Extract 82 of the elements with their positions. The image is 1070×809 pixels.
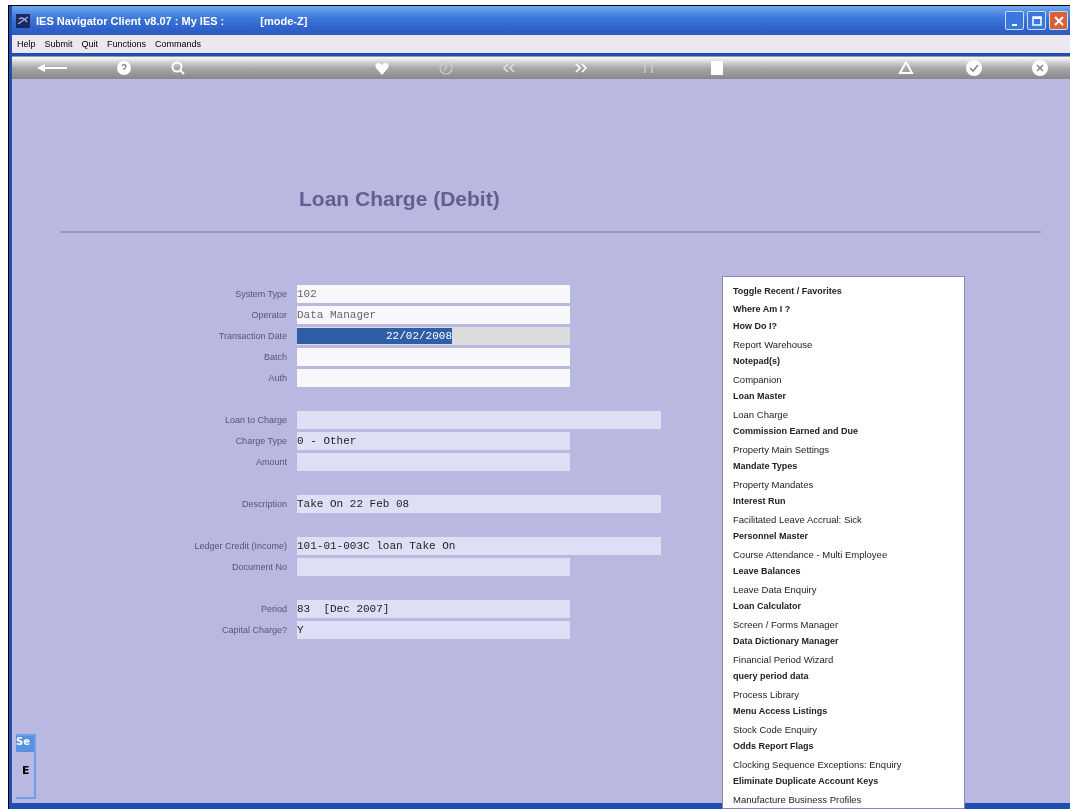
- side-panel-text: E: [22, 764, 31, 777]
- context-menu-item[interactable]: Process Library: [733, 685, 799, 703]
- field-label: Ledger Credit (Income): [193, 541, 288, 551]
- context-menu-item[interactable]: Facilitated Leave Accrual: Sick: [733, 510, 862, 528]
- minimize-button[interactable]: [1005, 11, 1024, 30]
- field-label: Charge Type: [234, 436, 288, 446]
- context-menu-item[interactable]: Data Dictionary Manager: [733, 633, 839, 651]
- field-label: Description: [240, 499, 288, 509]
- menu-item[interactable]: Functions: [107, 39, 147, 49]
- context-menu-item[interactable]: Menu Access Listings: [733, 703, 828, 721]
- context-menu-item[interactable]: Loan Calculator: [733, 598, 801, 616]
- context-menu-item[interactable]: Mandate Types: [733, 458, 798, 476]
- close-icon[interactable]: [1032, 60, 1048, 76]
- menu-item[interactable]: Commands: [155, 39, 202, 49]
- clock-icon[interactable]: [439, 61, 453, 75]
- menu-item[interactable]: Submit: [44, 39, 73, 49]
- page-title: Loan Charge (Debit): [299, 187, 501, 211]
- input-field[interactable]: 0 - Other: [297, 432, 570, 450]
- menu-item[interactable]: Help: [17, 39, 36, 49]
- context-menu-item[interactable]: Loan Master: [733, 388, 786, 406]
- bars-icon[interactable]: [642, 62, 656, 74]
- context-menu-item[interactable]: Loan Charge: [733, 405, 788, 423]
- field-label: Transaction Date: [217, 331, 288, 341]
- input-field[interactable]: [297, 411, 661, 429]
- input-field[interactable]: Data Manager: [297, 306, 570, 324]
- window-title: IES Navigator Client v8.07 : My IES :: [36, 14, 225, 27]
- field-label: Amount: [254, 457, 288, 467]
- input-field[interactable]: 101-01-003C loan Take On: [297, 537, 661, 555]
- menu-item[interactable]: Quit: [81, 39, 99, 49]
- context-menu-item[interactable]: Personnel Master: [733, 528, 809, 546]
- context-menu-item[interactable]: Clocking Sequence Exceptions: Enquiry: [733, 755, 902, 773]
- minimize-icon: [1012, 23, 1017, 26]
- context-menu-item[interactable]: Manufacture Business Profiles: [733, 790, 862, 808]
- field-label: Operator: [250, 310, 288, 320]
- context-menu-item[interactable]: Commission Earned and Due: [733, 423, 859, 441]
- heart-icon[interactable]: [375, 61, 389, 75]
- context-menu-item[interactable]: Notepad(s): [733, 353, 780, 371]
- field-label: Batch: [263, 352, 288, 362]
- maximize-icon: [1031, 15, 1042, 26]
- context-menu-item[interactable]: Screen / Forms Manager: [733, 615, 839, 633]
- context-menu-item[interactable]: Where Am I ?: [733, 300, 791, 318]
- input-field[interactable]: 22/02/2008: [297, 327, 570, 345]
- context-menu-item[interactable]: Stock Code Enquiry: [733, 720, 817, 738]
- input-field[interactable]: Take On 22 Feb 08: [297, 495, 661, 513]
- field-label: Document No: [230, 562, 288, 572]
- input-field[interactable]: [297, 348, 570, 366]
- context-menu-item[interactable]: Report Warehouse: [733, 335, 813, 353]
- context-menu-item[interactable]: Odds Report Flags: [733, 738, 814, 756]
- context-menu-item[interactable]: Leave Data Enquiry: [733, 580, 817, 598]
- double-chevron-right-icon[interactable]: [575, 63, 587, 73]
- context-menu-item[interactable]: Leave Balances: [733, 563, 801, 581]
- input-field[interactable]: [297, 369, 570, 387]
- check-icon[interactable]: [966, 60, 982, 76]
- field-label: Auth: [267, 373, 288, 383]
- close-button[interactable]: [1049, 11, 1068, 30]
- field-label: Loan to Charge: [223, 415, 288, 425]
- input-field[interactable]: Y: [297, 621, 570, 639]
- context-menu-item[interactable]: Eliminate Duplicate Account Keys: [733, 773, 879, 791]
- selected-text: 22/02/2008: [297, 328, 452, 344]
- context-menu-item[interactable]: Interest Run: [733, 493, 786, 511]
- help-icon[interactable]: [117, 61, 131, 75]
- double-chevron-left-icon[interactable]: [503, 63, 515, 73]
- maximize-button[interactable]: [1027, 11, 1046, 30]
- context-menu-item[interactable]: Toggle Recent / Favorites: [733, 283, 842, 301]
- search-icon[interactable]: [171, 61, 185, 75]
- side-panel-title: Se: [16, 736, 34, 752]
- input-field[interactable]: [297, 558, 570, 576]
- window-mode: [mode-Z]: [260, 14, 308, 27]
- context-menu-item[interactable]: Financial Period Wizard: [733, 650, 834, 668]
- input-field[interactable]: 102: [297, 285, 570, 303]
- context-menu-item[interactable]: Property Main Settings: [733, 440, 830, 458]
- close-icon: [1053, 15, 1064, 26]
- context-menu-item[interactable]: query period data: [733, 668, 809, 686]
- input-field[interactable]: 83 [Dec 2007]: [297, 600, 570, 618]
- context-menu-item[interactable]: How Do I?: [733, 318, 777, 336]
- field-label: Period: [260, 604, 288, 614]
- context-menu-item[interactable]: Companion: [733, 370, 782, 388]
- field-label: Capital Charge?: [220, 625, 288, 635]
- context-menu-item[interactable]: Course Attendance - Multi Employee: [733, 545, 888, 563]
- context-menu-item[interactable]: Property Mandates: [733, 475, 814, 493]
- field-label: System Type: [234, 289, 288, 299]
- input-field[interactable]: [297, 453, 570, 471]
